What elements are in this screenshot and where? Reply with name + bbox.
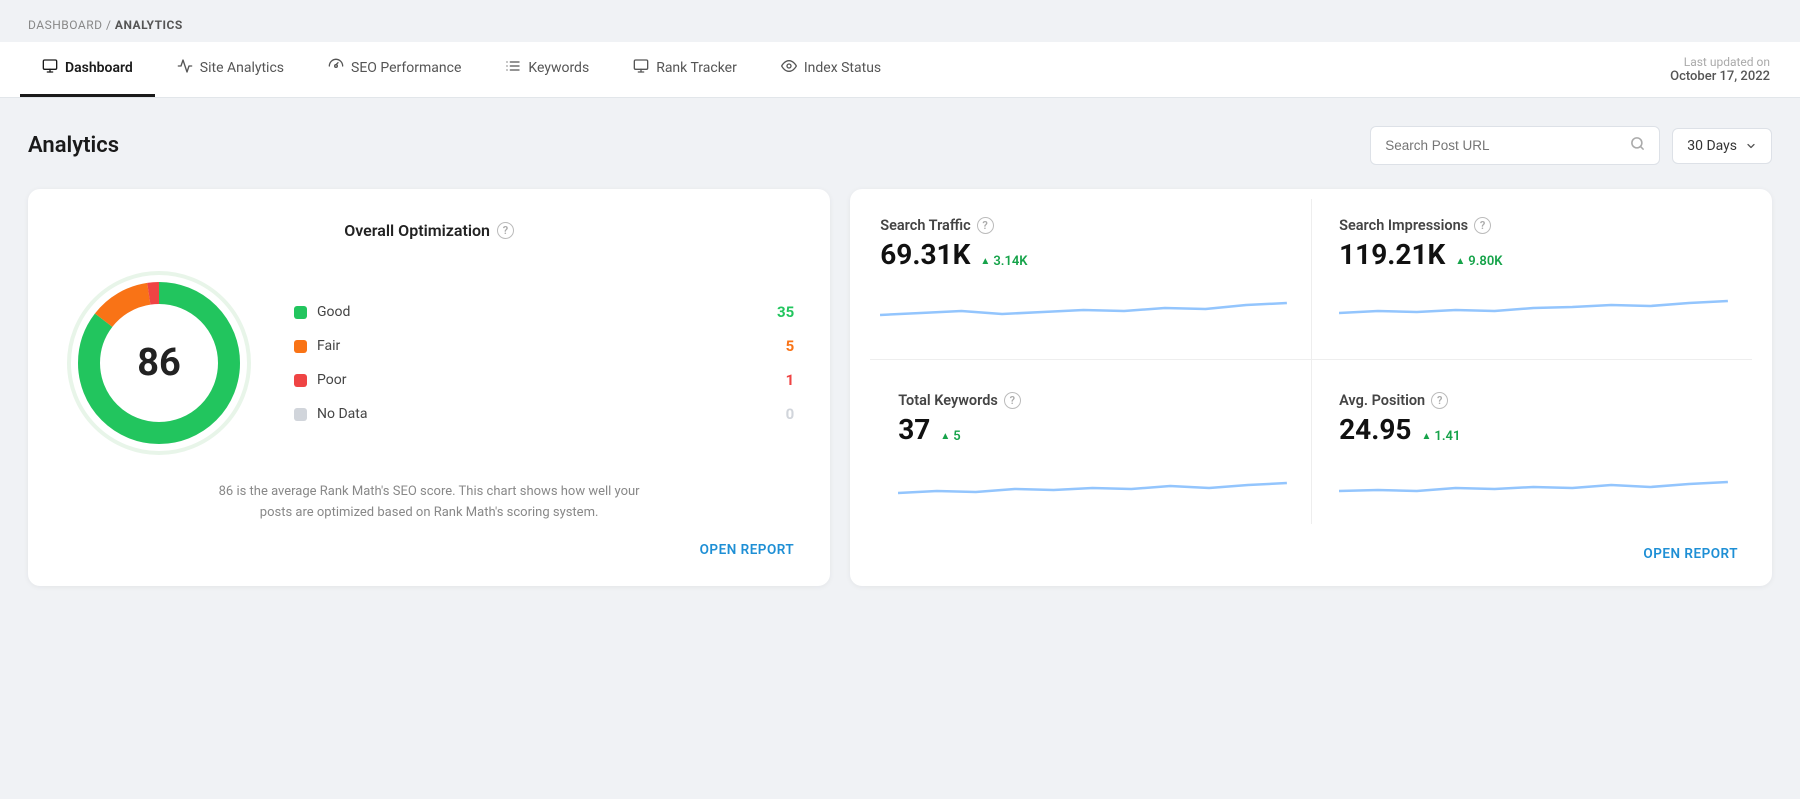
legend-count-fair: 5	[786, 337, 795, 355]
tab-index-status-label: Index Status	[804, 60, 881, 76]
avg-position-value: 24.95	[1339, 413, 1411, 446]
tab-seo-performance[interactable]: SEO Performance	[306, 42, 483, 97]
avg-position-value-row: 24.95 ▲ 1.41	[1339, 413, 1728, 446]
stats-card: Search Traffic ? 69.31K ▲ 3.14K	[850, 189, 1772, 586]
search-traffic-arrow: ▲	[980, 256, 990, 267]
display-icon	[633, 58, 649, 78]
tab-site-analytics[interactable]: Site Analytics	[155, 42, 306, 97]
days-dropdown-label: 30 Days	[1687, 138, 1737, 154]
total-keywords-label: Total Keywords ?	[898, 392, 1287, 409]
avg-position-sparkline	[1339, 458, 1728, 503]
stats-open-report[interactable]: OPEN REPORT	[1643, 546, 1748, 572]
last-updated-date: October 17, 2022	[1670, 69, 1770, 84]
tab-keywords-label: Keywords	[528, 60, 589, 76]
chart-icon	[177, 58, 193, 78]
legend-label-good: Good	[317, 304, 350, 320]
search-impressions-help-icon[interactable]: ?	[1474, 217, 1491, 234]
search-impressions-delta: ▲ 9.80K	[1455, 254, 1502, 269]
legend-good: Good 35	[294, 303, 794, 321]
stats-grid: Search Traffic ? 69.31K ▲ 3.14K	[850, 189, 1772, 534]
stats-horizontal-divider	[870, 359, 1752, 360]
optimization-help-icon[interactable]: ?	[497, 222, 514, 239]
main-content: Analytics 30 Days Overall O	[0, 98, 1800, 614]
total-keywords-value-row: 37 ▲ 5	[898, 413, 1287, 446]
stat-avg-position: Avg. Position ? 24.95 ▲ 1.41	[1311, 372, 1752, 534]
donut-chart: 86	[64, 268, 254, 458]
avg-position-help-icon[interactable]: ?	[1431, 392, 1448, 409]
legend-label-poor: Poor	[317, 372, 346, 388]
optimization-title: Overall Optimization ?	[344, 221, 514, 240]
legend-fair: Fair 5	[294, 337, 794, 355]
breadcrumb-current: ANALYTICS	[115, 18, 183, 32]
optimization-legend: Good 35 Fair 5 Poor	[294, 303, 794, 423]
legend-dot-good	[294, 306, 307, 319]
legend-label-nodata: No Data	[317, 406, 367, 422]
avg-position-delta: ▲ 1.41	[1422, 429, 1461, 444]
tab-dashboard-label: Dashboard	[65, 60, 133, 76]
tab-keywords[interactable]: Keywords	[483, 42, 611, 97]
last-updated: Last updated on October 17, 2022	[1670, 55, 1780, 84]
search-impressions-label: Search Impressions ?	[1339, 217, 1728, 234]
search-icon	[1630, 136, 1645, 155]
search-url-field[interactable]	[1370, 126, 1660, 165]
tab-rank-tracker-label: Rank Tracker	[656, 60, 737, 76]
tab-rank-tracker[interactable]: Rank Tracker	[611, 42, 759, 97]
cards-row: Overall Optimization ?	[28, 189, 1772, 586]
tab-bar: Dashboard Site Analytics SEO Performance…	[0, 42, 1800, 98]
analytics-controls: 30 Days	[1370, 126, 1772, 165]
optimization-open-report[interactable]: OPEN REPORT	[700, 542, 795, 558]
optimization-card: Overall Optimization ?	[28, 189, 830, 586]
tab-seo-performance-label: SEO Performance	[351, 60, 461, 76]
search-url-input[interactable]	[1385, 138, 1622, 153]
legend-no-data: No Data 0	[294, 405, 794, 423]
search-traffic-sparkline	[880, 283, 1287, 328]
total-keywords-sparkline	[898, 458, 1287, 503]
stats-card-footer: OPEN REPORT	[850, 534, 1772, 586]
stat-search-impressions: Search Impressions ? 119.21K ▲ 9.80K	[1311, 199, 1752, 359]
gauge-icon	[328, 58, 344, 78]
legend-dot-poor	[294, 374, 307, 387]
legend-count-poor: 1	[786, 371, 795, 389]
monitor-icon	[42, 58, 58, 78]
tab-site-analytics-label: Site Analytics	[200, 60, 284, 76]
legend-dot-fair	[294, 340, 307, 353]
tab-dashboard[interactable]: Dashboard	[20, 42, 155, 97]
search-impressions-sparkline	[1339, 283, 1728, 328]
donut-legend-row: 86 Good 35 Fair	[64, 268, 794, 458]
page-title: Analytics	[28, 133, 119, 158]
eye-icon	[781, 58, 797, 78]
optimization-score: 86	[137, 341, 181, 385]
search-impressions-arrow: ▲	[1455, 256, 1465, 267]
search-traffic-label: Search Traffic ?	[880, 217, 1287, 234]
avg-position-label: Avg. Position ?	[1339, 392, 1728, 409]
legend-label-fair: Fair	[317, 338, 340, 354]
optimization-description: 86 is the average Rank Math's SEO score.…	[209, 482, 649, 524]
chevron-down-icon	[1745, 140, 1757, 152]
search-traffic-delta: ▲ 3.14K	[980, 254, 1027, 269]
last-updated-label: Last updated on	[1670, 55, 1770, 69]
legend-count-nodata: 0	[786, 405, 795, 423]
stat-total-keywords: Total Keywords ? 37 ▲ 5	[870, 372, 1311, 534]
search-impressions-value-row: 119.21K ▲ 9.80K	[1339, 238, 1728, 271]
analytics-header: Analytics 30 Days	[28, 126, 1772, 165]
tab-index-status[interactable]: Index Status	[759, 42, 903, 97]
breadcrumb-prefix: DASHBOARD	[28, 18, 102, 32]
days-dropdown[interactable]: 30 Days	[1672, 128, 1772, 164]
breadcrumb: DASHBOARD / ANALYTICS	[0, 0, 1800, 42]
total-keywords-help-icon[interactable]: ?	[1004, 392, 1021, 409]
list-icon	[505, 58, 521, 78]
search-impressions-value: 119.21K	[1339, 238, 1445, 271]
total-keywords-value: 37	[898, 413, 930, 446]
stat-search-traffic: Search Traffic ? 69.31K ▲ 3.14K	[870, 199, 1311, 359]
search-traffic-value: 69.31K	[880, 238, 970, 271]
legend-count-good: 35	[777, 303, 794, 321]
total-keywords-arrow: ▲	[940, 431, 950, 442]
legend-poor: Poor 1	[294, 371, 794, 389]
search-traffic-help-icon[interactable]: ?	[977, 217, 994, 234]
avg-position-arrow: ▲	[1422, 431, 1432, 442]
total-keywords-delta: ▲ 5	[940, 429, 960, 444]
breadcrumb-separator: /	[106, 18, 115, 32]
search-traffic-value-row: 69.31K ▲ 3.14K	[880, 238, 1287, 271]
legend-dot-nodata	[294, 408, 307, 421]
